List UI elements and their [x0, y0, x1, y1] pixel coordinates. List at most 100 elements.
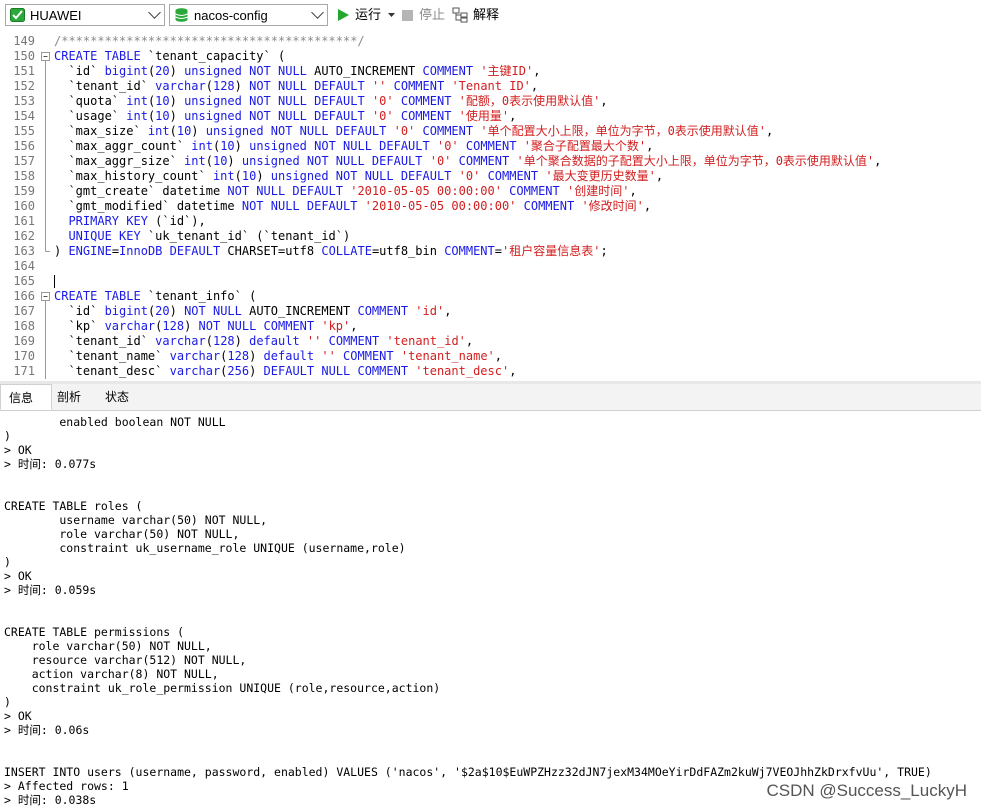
sql-keyword: int	[212, 169, 235, 183]
code-line[interactable]: 154 `usage` int(10) unsigned NOT NULL DE…	[0, 109, 981, 124]
output-line: action varchar(8) NOT NULL,	[4, 667, 219, 681]
sql-keyword: 10	[241, 169, 257, 183]
sql-keyword: COMMENT	[444, 244, 495, 258]
fold-line-icon	[45, 169, 46, 184]
code-line[interactable]: 155 `max_size` int(10) unsigned NOT NULL…	[0, 124, 981, 139]
sql-keyword: unsigned NOT NULL DEFAULT	[205, 124, 387, 138]
sql-string: '2010-05-05 00:00:00'	[364, 199, 517, 213]
sql-keyword: COMMENT	[523, 199, 575, 213]
sql-text: (	[169, 124, 177, 138]
stop-label: 停止	[419, 7, 446, 22]
sql-text: CHARSET=utf8	[220, 244, 322, 258]
code-line[interactable]: 158 `max_history_count` int(10) unsigned…	[0, 169, 981, 184]
sql-text: ,	[509, 364, 517, 378]
sql-string: ''	[306, 334, 322, 348]
sql-text: )	[184, 319, 199, 333]
sql-keyword: InnoDB DEFAULT	[119, 244, 221, 258]
stop-icon	[402, 10, 413, 21]
code-line[interactable]: 157 `max_aggr_size` int(10) unsigned NOT…	[0, 154, 981, 169]
sql-text: ,	[509, 109, 517, 123]
sql-string: '0'	[458, 169, 481, 183]
fold-toggle-icon[interactable]	[40, 49, 52, 64]
connection-select[interactable]: HUAWEI	[5, 4, 165, 26]
sql-keyword: unsigned NOT NULL DEFAULT	[249, 139, 430, 153]
explain-button[interactable]: 解释	[452, 5, 499, 25]
sql-text: `max_size`	[54, 124, 148, 138]
code-line[interactable]: 152 `tenant_id` varchar(128) NOT NULL DE…	[0, 79, 981, 94]
code-line[interactable]: 160 `gmt_modified` datetime NOT NULL DEF…	[0, 199, 981, 214]
sql-string: '主键ID'	[480, 64, 534, 78]
code-line[interactable]: 165	[0, 274, 981, 289]
code-line[interactable]: 164	[0, 259, 981, 274]
fold-line-icon	[45, 139, 46, 154]
code-line[interactable]: 156 `max_aggr_count` int(10) unsigned NO…	[0, 139, 981, 154]
sql-keyword: COMMENT	[357, 304, 409, 318]
database-icon	[175, 8, 188, 22]
run-button[interactable]: 运行	[337, 5, 395, 25]
sql-keyword: NOT NULL COMMENT	[198, 319, 315, 333]
sql-string: '0'	[371, 94, 394, 108]
code-line[interactable]: 153 `quota` int(10) unsigned NOT NULL DE…	[0, 94, 981, 109]
sql-text: ,	[643, 199, 652, 213]
code-line[interactable]: 169 `tenant_id` varchar(128) default '' …	[0, 334, 981, 349]
sql-string: '单个聚合数据的子配置大小上限，单位为字节，0表示使用默认值'	[516, 154, 875, 168]
code-line[interactable]: 166 CREATE TABLE `tenant_info` (	[0, 289, 981, 304]
code-line[interactable]: 168 `kp` varchar(128) NOT NULL COMMENT '…	[0, 319, 981, 334]
code-text: `max_aggr_size` int(10) unsigned NOT NUL…	[54, 154, 881, 169]
output-line: )	[4, 695, 11, 709]
tab-profile[interactable]: 剖析	[49, 384, 91, 410]
code-line[interactable]: 170 `tenant_name` varchar(128) default '…	[0, 349, 981, 364]
line-number: 166	[13, 289, 35, 303]
sql-text: `id`	[54, 304, 105, 318]
tab-status[interactable]: 状态	[97, 384, 139, 410]
sql-keyword: NOT NULL DEFAULT	[249, 79, 365, 93]
code-line[interactable]: 163) ENGINE=InnoDB DEFAULT CHARSET=utf8 …	[0, 244, 981, 259]
sql-keyword: COMMENT	[422, 124, 474, 138]
sql-text: )	[234, 139, 250, 153]
sql-keyword: COMMENT	[328, 334, 380, 348]
code-line[interactable]: 149 /************************************…	[0, 34, 981, 49]
line-number: 164	[13, 259, 35, 273]
tab-info[interactable]: 信息	[0, 384, 52, 410]
code-line[interactable]: 167 `id` bigint(20) NOT NULL AUTO_INCREM…	[0, 304, 981, 319]
sql-string: '0'	[436, 139, 459, 153]
line-number: 149	[13, 34, 35, 48]
fold-line-icon	[45, 214, 46, 229]
output-line: constraint uk_role_permission UNIQUE (ro…	[4, 681, 441, 695]
code-line[interactable]: 171 `tenant_desc` varchar(256) DEFAULT N…	[0, 364, 981, 379]
fold-toggle-icon[interactable]	[40, 289, 52, 304]
code-line[interactable]: 162 UNIQUE KEY `uk_tenant_id` (`tenant_i…	[0, 229, 981, 244]
play-icon	[338, 9, 349, 21]
sql-text: `tenant_desc`	[54, 364, 170, 378]
sql-string: ''	[321, 349, 336, 363]
fold-line-icon	[45, 154, 46, 169]
code-line[interactable]: 150 CREATE TABLE `tenant_capacity` (	[0, 49, 981, 64]
sql-text: AUTO_INCREMENT	[306, 64, 423, 78]
code-line[interactable]: 159 `gmt_create` datetime NOT NULL DEFAU…	[0, 184, 981, 199]
sql-keyword: DEFAULT NULL COMMENT	[263, 364, 409, 378]
sql-text: `tenant_id`	[54, 334, 156, 348]
sql-keyword: NOT NULL DEFAULT	[241, 199, 358, 213]
sql-keyword: COMMENT	[465, 139, 517, 153]
output-line: > 时间: 0.06s	[4, 723, 90, 737]
sql-text: )	[169, 64, 185, 78]
code-line[interactable]: 161 PRIMARY KEY (`id`),	[0, 214, 981, 229]
sql-keyword: COMMENT	[509, 184, 560, 198]
sql-keyword: 256	[227, 364, 250, 378]
line-number: 158	[13, 169, 35, 183]
sql-editor[interactable]: 149 /************************************…	[0, 33, 981, 381]
output-line: username varchar(50) NOT NULL,	[4, 513, 268, 527]
database-select[interactable]: nacos-config	[169, 4, 328, 26]
caret-down-icon[interactable]	[387, 13, 395, 18]
stop-button[interactable]: 停止	[401, 5, 445, 25]
sql-text: `max_aggr_size`	[54, 154, 185, 168]
result-tabs: 信息 剖析 状态	[0, 384, 981, 411]
sql-text: ,	[874, 154, 882, 168]
code-line[interactable]: 151 `id` bigint(20) unsigned NOT NULL AU…	[0, 64, 981, 79]
sql-text: )	[234, 79, 250, 93]
line-number: 169	[13, 334, 35, 348]
